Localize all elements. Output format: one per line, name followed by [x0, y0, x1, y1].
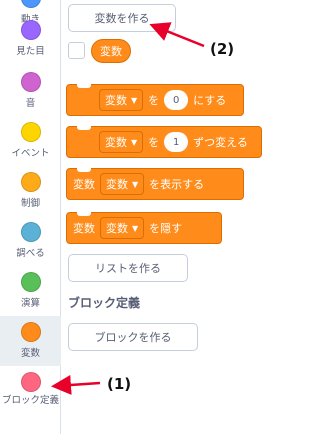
- annotation-arrow-1: [51, 375, 101, 395]
- annotation-arrow-2: [149, 22, 205, 48]
- annotation-label-1: (1): [107, 375, 132, 393]
- annotation-label-2: (2): [210, 40, 235, 58]
- annotation-arrows: [51, 22, 205, 395]
